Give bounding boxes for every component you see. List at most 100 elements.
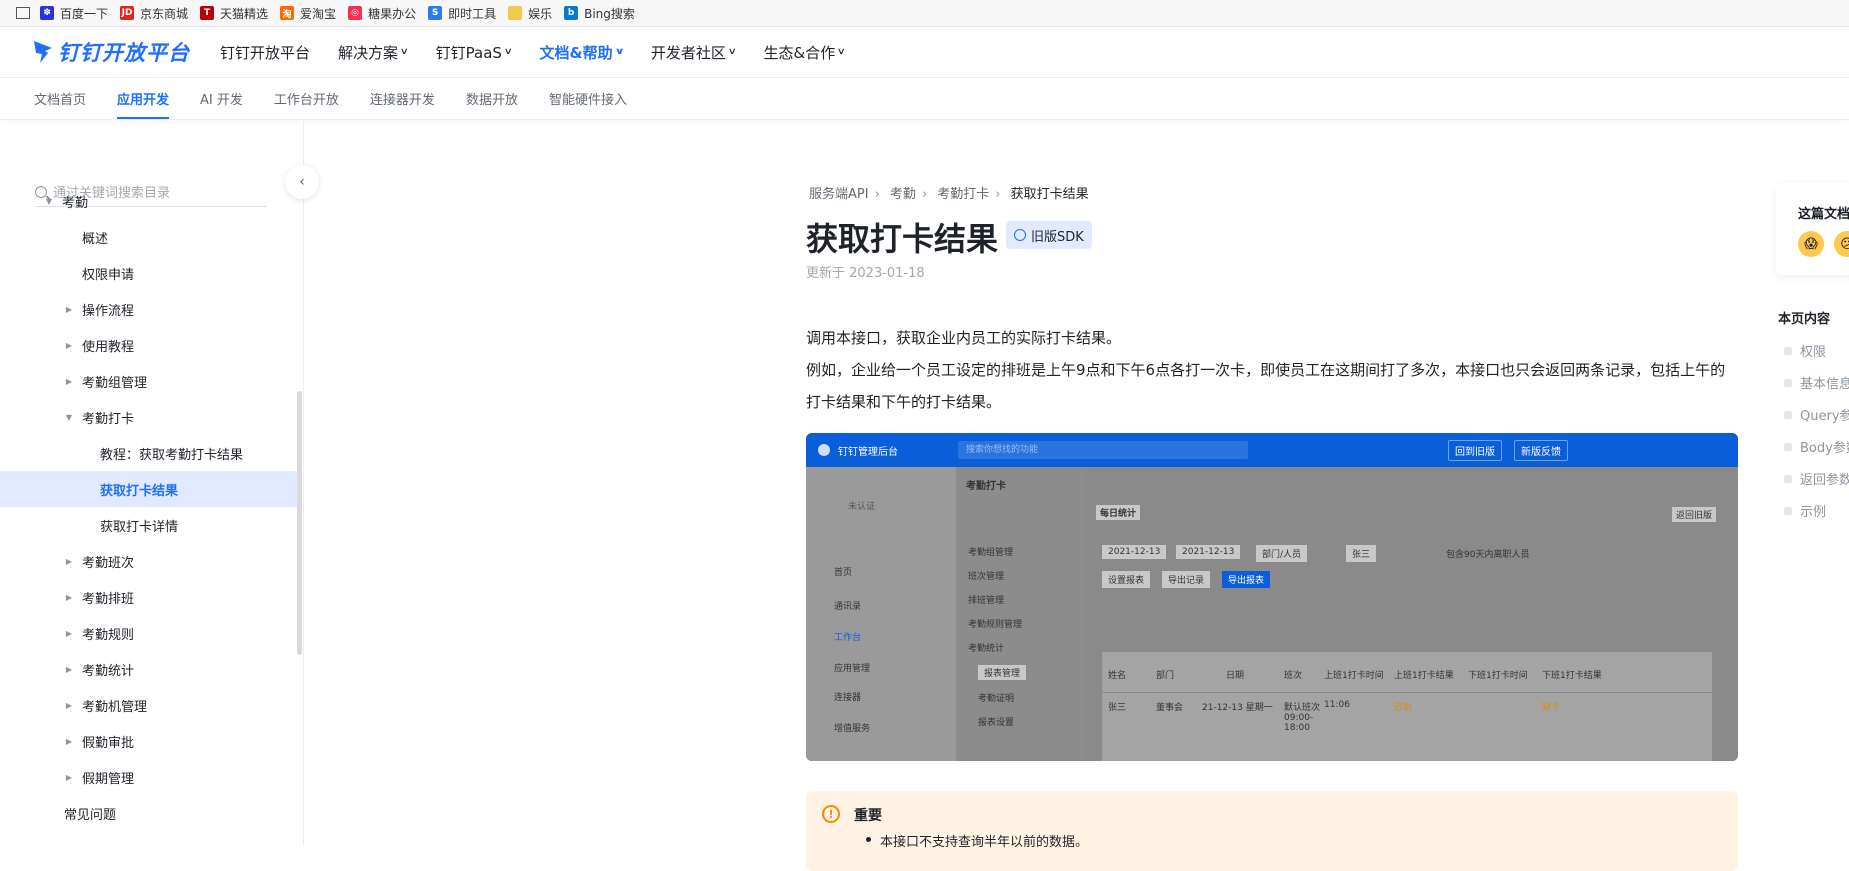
catalog-item[interactable]: 获取打卡结果 <box>0 471 300 507</box>
collapse-sidebar-button[interactable]: ‹ <box>285 165 319 199</box>
nav-item[interactable]: 钉钉开放平台 <box>220 42 310 63</box>
badge-label: 旧版SDK <box>1031 229 1084 245</box>
catalog-item-label: 假勤审批 <box>82 735 135 751</box>
catalog-item[interactable]: ▶ 考勤规则 <box>0 615 300 651</box>
caret-right-icon[interactable]: ▶ <box>64 377 74 386</box>
shocked-emoji-icon[interactable]: 😱 <box>1798 231 1824 257</box>
screenshot-sub-menu: 考勤打卡 考勤组管理 班次管理 排班管理 考勤规则管理 考勤统计 报表管理 考勤… <box>956 467 1086 761</box>
caret-down-icon[interactable]: ▼ <box>64 413 74 422</box>
catalog-item[interactable]: 教程：获取考勤打卡结果 <box>0 435 300 471</box>
logo-text: 钉钉开放平台 <box>58 41 190 65</box>
subnav-tab[interactable]: 连接器开发 <box>370 78 435 119</box>
bookmark-item[interactable]: 淘爱淘宝 <box>280 5 336 22</box>
screenshot-col: 日期 <box>1226 671 1245 681</box>
catalog-item-label: 操作流程 <box>82 303 135 319</box>
notice-title: 重要 <box>854 808 882 824</box>
bookmark-item[interactable]: JD 京东商城 <box>120 5 188 22</box>
breadcrumb-item[interactable]: 服务端API <box>809 187 869 202</box>
toc-item[interactable]: 返回参数 <box>1778 469 1849 501</box>
catalog-item-label: 假期管理 <box>82 771 135 787</box>
chevron-left-icon: ‹ <box>299 174 305 190</box>
toc-item[interactable]: 示例 <box>1778 501 1849 533</box>
toc-item[interactable]: 权限 <box>1778 341 1849 373</box>
screenshot-submenu-item: 考勤统计 <box>968 644 1005 654</box>
catalog-item[interactable]: ▶ 考勤排班 <box>0 579 300 615</box>
subnav-tab[interactable]: 智能硬件接入 <box>549 78 627 119</box>
bookmark-item[interactable]: ✽ 百度一下 <box>40 5 108 22</box>
bookmark-item[interactable]: T 天猫精选 <box>200 5 268 22</box>
breadcrumb-item[interactable]: 考勤打卡 <box>937 187 989 202</box>
catalog-item[interactable]: ▶ 考勤统计 <box>0 651 300 687</box>
catalog-item[interactable]: ▶ 假勤审批 <box>0 723 300 759</box>
caret-right-icon[interactable]: ▶ <box>64 701 74 710</box>
sidebar-scrollbar[interactable] <box>297 391 302 655</box>
breadcrumb-item[interactable]: 考勤 <box>890 187 916 202</box>
top-navigation: 钉钉开放平台 钉钉开放平台 解决方案 ∨ 钉钉PaaS ∨ 文档&帮助 ∨ 开发者社区 ∨ 生态&… <box>0 27 1849 78</box>
subnav-tab[interactable]: 应用开发 <box>117 78 170 119</box>
screenshot-feedback-button: 新版反馈 <box>1514 439 1568 461</box>
catalog-item[interactable]: ▶ 考勤机管理 <box>0 687 300 723</box>
catalog-item[interactable]: ▼ 考勤 <box>0 183 300 219</box>
sidebar: 通过关键词搜索目录 ▼ 考勤 概述 权限申请 ▶ 操作流程 ▶ 使用教程 ▶ 考勤组管理 ▼ 考勤打卡… <box>0 121 304 845</box>
catalog-item-label: 教程：获取考勤打卡结果 <box>100 447 244 463</box>
breadcrumb-current: 获取打卡结果 <box>1010 187 1089 202</box>
catalog-item-label: 考勤机管理 <box>82 699 148 715</box>
screenshot-submenu-item: 排班管理 <box>968 596 1005 606</box>
logo[interactable]: 钉钉开放平台 <box>32 37 190 67</box>
screenshot-cell: 缺卡 <box>1542 703 1561 713</box>
bookmark-item[interactable]: ◎ 糖果办公 <box>348 5 416 22</box>
table-of-contents: 本页内容 权限基本信息Query参数Body参数返回参数示例 <box>1778 308 1849 533</box>
nav-item[interactable]: 开发者社区 ∨ <box>651 42 737 63</box>
jd-icon: JD <box>120 6 135 20</box>
example-paragraph: 例如，企业给一个员工设定的排班是上午9点和下午6点各打一次卡，即使员工在这期间打… <box>806 361 1726 411</box>
nav-item[interactable]: 解决方案 ∨ <box>338 42 409 63</box>
nav-label: 解决方案 <box>338 43 399 62</box>
nav-item[interactable]: 生态&合作 ∨ <box>764 42 847 63</box>
screenshot-menu-item: 工作台 <box>834 633 862 643</box>
caret-right-icon[interactable]: ▶ <box>64 305 74 314</box>
bookmark-item[interactable]: 娱乐 <box>508 5 552 22</box>
catalog-item[interactable]: ▶ 使用教程 <box>0 327 300 363</box>
catalog-item[interactable]: ▼ 考勤打卡 <box>0 399 300 435</box>
catalog-item[interactable]: ▶ 操作流程 <box>0 291 300 327</box>
caret-right-icon[interactable]: ▶ <box>64 665 74 674</box>
toc-item[interactable]: Query参数 <box>1778 405 1849 437</box>
catalog-item[interactable]: 常见问题 <box>0 795 300 831</box>
caret-right-icon[interactable]: ▶ <box>64 341 74 350</box>
caret-right-icon[interactable]: ▶ <box>64 557 74 566</box>
subnav-tab[interactable]: 文档首页 <box>34 78 86 119</box>
sidebar-toggle-icon[interactable] <box>16 7 30 19</box>
bookmark-item[interactable]: b Bing搜索 <box>564 5 635 22</box>
screenshot-menu-item: 通讯录 <box>834 602 862 612</box>
caret-right-icon[interactable]: ▶ <box>64 773 74 782</box>
screenshot-btn: 设置报表 <box>1102 571 1151 588</box>
caret-down-icon[interactable]: ▼ <box>44 197 54 206</box>
caret-right-icon[interactable]: ▶ <box>64 593 74 602</box>
old-sdk-badge[interactable]: 旧版SDK <box>1006 221 1092 249</box>
history-icon <box>1014 229 1026 241</box>
catalog-item[interactable]: ▶ 假期管理 <box>0 759 300 795</box>
catalog-item[interactable]: ▶ 考勤组管理 <box>0 363 300 399</box>
confused-emoji-icon[interactable]: 😕 <box>1834 231 1849 257</box>
catalog-item[interactable]: ▶ 考勤班次 <box>0 543 300 579</box>
screenshot-menu-item: 连接器 <box>834 693 862 703</box>
catalog-item[interactable]: 权限申请 <box>0 255 300 291</box>
subnav-tab[interactable]: AI 开发 <box>200 78 243 119</box>
caret-right-icon[interactable]: ▶ <box>64 629 74 638</box>
subnav-tab[interactable]: 工作台开放 <box>274 78 339 119</box>
subnav-tab[interactable]: 数据开放 <box>466 78 518 119</box>
nav-item[interactable]: 文档&帮助 ∨ <box>540 42 625 63</box>
caret-right-icon[interactable]: ▶ <box>64 737 74 746</box>
catalog-item[interactable]: 获取打卡详情 <box>0 507 300 543</box>
toc-item[interactable]: 基本信息 <box>1778 373 1849 405</box>
screenshot-submenu-item: 班次管理 <box>968 572 1005 582</box>
toc-item[interactable]: Body参数 <box>1778 437 1849 469</box>
screenshot-submenu-item: 报表设置 <box>978 718 1015 728</box>
nav-item[interactable]: 钉钉PaaS ∨ <box>436 42 513 63</box>
bookmark-item[interactable]: S 即时工具 <box>428 5 496 22</box>
screenshot-logo-icon <box>818 444 830 456</box>
screenshot-col: 下班1打卡结果 <box>1542 671 1602 681</box>
chevron-down-icon: ∨ <box>836 47 847 57</box>
screenshot-menu-item: 增值服务 <box>834 724 871 734</box>
catalog-item[interactable]: 概述 <box>0 219 300 255</box>
